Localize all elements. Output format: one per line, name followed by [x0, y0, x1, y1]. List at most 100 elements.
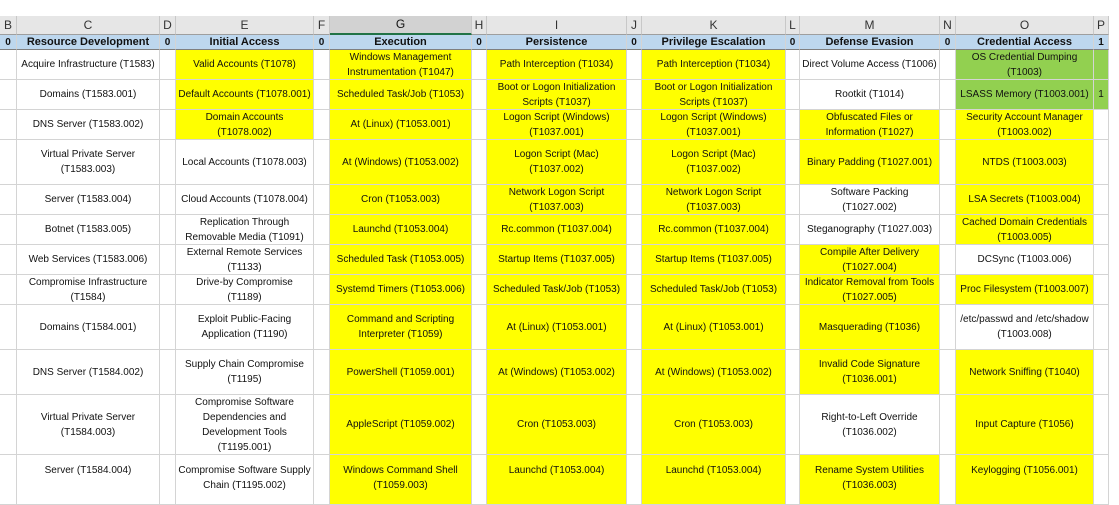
- cell-j-12[interactable]: [627, 455, 642, 505]
- cell-l-7[interactable]: [786, 245, 800, 275]
- tactic-header-m[interactable]: Defense Evasion: [800, 35, 940, 50]
- cell-c-5[interactable]: Server (T1583.004): [17, 185, 160, 215]
- cell-h-7[interactable]: [472, 245, 487, 275]
- cell-b-6[interactable]: [0, 215, 17, 245]
- cell-f-2[interactable]: [314, 80, 330, 110]
- cell-c-11[interactable]: Virtual Private Server (T1584.003): [17, 395, 160, 455]
- cell-h-10[interactable]: [472, 350, 487, 395]
- cell-e-2[interactable]: Default Accounts (T1078.001): [176, 80, 314, 110]
- cell-p-10[interactable]: [1094, 350, 1109, 395]
- cell-m-9[interactable]: Masquerading (T1036): [800, 305, 940, 350]
- cell-f-11[interactable]: [314, 395, 330, 455]
- cell-d-10[interactable]: [160, 350, 176, 395]
- cell-k-10[interactable]: At (Windows) (T1053.002): [642, 350, 786, 395]
- cell-p-7[interactable]: [1094, 245, 1109, 275]
- cell-b-11[interactable]: [0, 395, 17, 455]
- cell-c-12[interactable]: Server (T1584.004): [17, 455, 160, 505]
- cell-e-12[interactable]: Compromise Software Supply Chain (T1195.…: [176, 455, 314, 505]
- column-header-o[interactable]: O: [956, 16, 1094, 35]
- cell-c-7[interactable]: Web Services (T1583.006): [17, 245, 160, 275]
- cell-h-3[interactable]: [472, 110, 487, 140]
- cell-p-8[interactable]: [1094, 275, 1109, 305]
- cell-f-5[interactable]: [314, 185, 330, 215]
- cell-c-10[interactable]: DNS Server (T1584.002): [17, 350, 160, 395]
- column-header-f[interactable]: F: [314, 16, 330, 35]
- column-header-m[interactable]: M: [800, 16, 940, 35]
- cell-c-1[interactable]: Acquire Infrastructure (T1583): [17, 50, 160, 80]
- cell-p-4[interactable]: [1094, 140, 1109, 185]
- cell-f-3[interactable]: [314, 110, 330, 140]
- cell-n-8[interactable]: [940, 275, 956, 305]
- cell-f-10[interactable]: [314, 350, 330, 395]
- cell-p-1[interactable]: [1094, 50, 1109, 80]
- cell-f-4[interactable]: [314, 140, 330, 185]
- cell-h-5[interactable]: [472, 185, 487, 215]
- cell-g-1[interactable]: Windows Management Instrumentation (T104…: [330, 50, 472, 80]
- cell-e-10[interactable]: Supply Chain Compromise (T1195): [176, 350, 314, 395]
- tactic-header-e[interactable]: Initial Access: [176, 35, 314, 50]
- cell-g-3[interactable]: At (Linux) (T1053.001): [330, 110, 472, 140]
- column-header-b[interactable]: B: [0, 16, 17, 35]
- cell-m-11[interactable]: Right-to-Left Override (T1036.002): [800, 395, 940, 455]
- cell-j-5[interactable]: [627, 185, 642, 215]
- cell-m-5[interactable]: Software Packing (T1027.002): [800, 185, 940, 215]
- cell-k-1[interactable]: Path Interception (T1034): [642, 50, 786, 80]
- cell-n-6[interactable]: [940, 215, 956, 245]
- tactic-header-o[interactable]: Credential Access: [956, 35, 1094, 50]
- column-header-k[interactable]: K: [642, 16, 786, 35]
- cell-b-12[interactable]: [0, 455, 17, 505]
- cell-f-1[interactable]: [314, 50, 330, 80]
- cell-k-9[interactable]: At (Linux) (T1053.001): [642, 305, 786, 350]
- tactic-header-c[interactable]: Resource Development: [17, 35, 160, 50]
- cell-d-7[interactable]: [160, 245, 176, 275]
- cell-i-7[interactable]: Startup Items (T1037.005): [487, 245, 627, 275]
- cell-b-7[interactable]: [0, 245, 17, 275]
- cell-d-4[interactable]: [160, 140, 176, 185]
- cell-b-2[interactable]: [0, 80, 17, 110]
- cell-m-4[interactable]: Binary Padding (T1027.001): [800, 140, 940, 185]
- cell-b-10[interactable]: [0, 350, 17, 395]
- cell-m-8[interactable]: Indicator Removal from Tools (T1027.005): [800, 275, 940, 305]
- cell-j-10[interactable]: [627, 350, 642, 395]
- cell-o-7[interactable]: DCSync (T1003.006): [956, 245, 1094, 275]
- column-header-h[interactable]: H: [472, 16, 487, 35]
- cell-o-1[interactable]: OS Credential Dumping (T1003): [956, 50, 1094, 80]
- cell-m-2[interactable]: Rootkit (T1014): [800, 80, 940, 110]
- tactic-header-i[interactable]: Persistence: [487, 35, 627, 50]
- cell-l-1[interactable]: [786, 50, 800, 80]
- cell-l-8[interactable]: [786, 275, 800, 305]
- cell-p-2[interactable]: 1: [1094, 80, 1109, 110]
- cell-k-8[interactable]: Scheduled Task/Job (T1053): [642, 275, 786, 305]
- cell-d-6[interactable]: [160, 215, 176, 245]
- cell-l-10[interactable]: [786, 350, 800, 395]
- cell-d-11[interactable]: [160, 395, 176, 455]
- cell-e-9[interactable]: Exploit Public-Facing Application (T1190…: [176, 305, 314, 350]
- cell-o-9[interactable]: /etc/passwd and /etc/shadow (T1003.008): [956, 305, 1094, 350]
- cell-j-9[interactable]: [627, 305, 642, 350]
- cell-g-8[interactable]: Systemd Timers (T1053.006): [330, 275, 472, 305]
- cell-g-7[interactable]: Scheduled Task (T1053.005): [330, 245, 472, 275]
- cell-j-2[interactable]: [627, 80, 642, 110]
- cell-p-11[interactable]: [1094, 395, 1109, 455]
- column-header-i[interactable]: I: [487, 16, 627, 35]
- cell-o-4[interactable]: NTDS (T1003.003): [956, 140, 1094, 185]
- cell-e-8[interactable]: Drive-by Compromise (T1189): [176, 275, 314, 305]
- cell-b-3[interactable]: [0, 110, 17, 140]
- cell-i-1[interactable]: Path Interception (T1034): [487, 50, 627, 80]
- tactic-header-d[interactable]: 0: [160, 35, 176, 50]
- cell-b-1[interactable]: [0, 50, 17, 80]
- cell-d-8[interactable]: [160, 275, 176, 305]
- cell-h-6[interactable]: [472, 215, 487, 245]
- cell-c-3[interactable]: DNS Server (T1583.002): [17, 110, 160, 140]
- cell-j-6[interactable]: [627, 215, 642, 245]
- cell-o-10[interactable]: Network Sniffing (T1040): [956, 350, 1094, 395]
- cell-f-9[interactable]: [314, 305, 330, 350]
- cell-n-12[interactable]: [940, 455, 956, 505]
- cell-f-7[interactable]: [314, 245, 330, 275]
- cell-l-12[interactable]: [786, 455, 800, 505]
- cell-o-3[interactable]: Security Account Manager (T1003.002): [956, 110, 1094, 140]
- cell-b-4[interactable]: [0, 140, 17, 185]
- cell-i-8[interactable]: Scheduled Task/Job (T1053): [487, 275, 627, 305]
- cell-l-4[interactable]: [786, 140, 800, 185]
- cell-c-8[interactable]: Compromise Infrastructure (T1584): [17, 275, 160, 305]
